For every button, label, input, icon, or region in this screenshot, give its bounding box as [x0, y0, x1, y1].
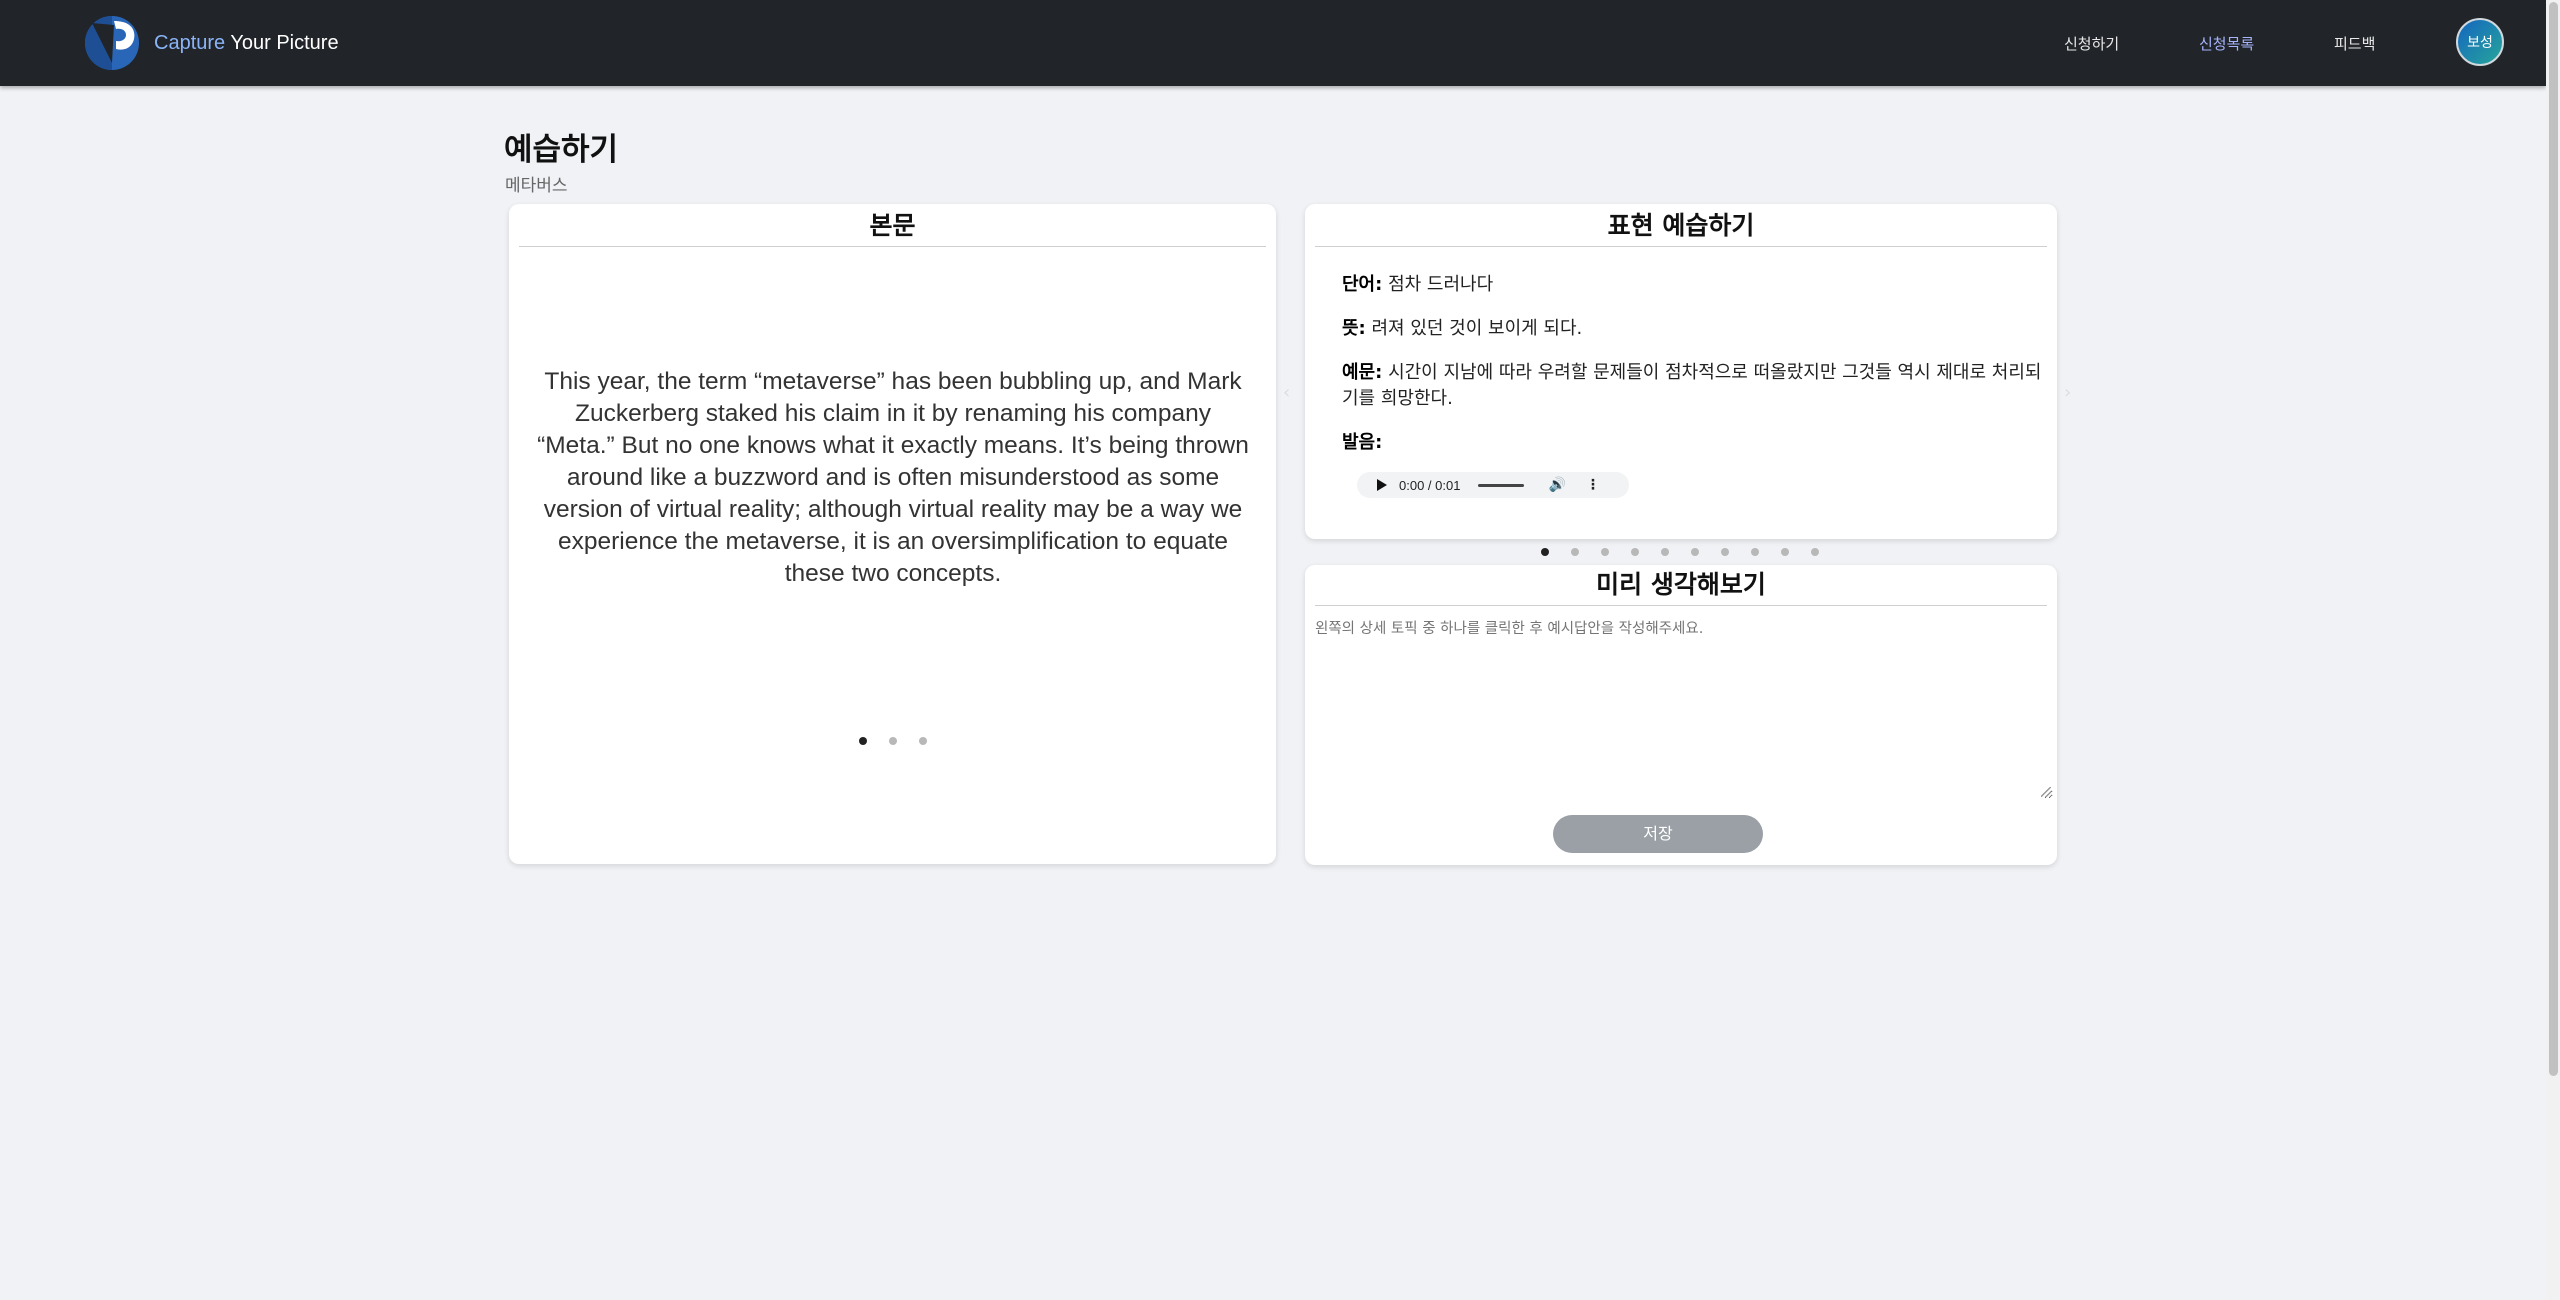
expression-slide-dot-10[interactable] [1811, 548, 1819, 556]
nav-apply-link[interactable]: 신청하기 [2064, 33, 2119, 54]
passage-card: 본문 This year, the term “metaverse” has b… [509, 204, 1276, 864]
expression-details: 단어: 점차 드러나다 뜻: 려져 있던 것이 보이게 되다. 예문: 시간이 … [1342, 272, 2042, 474]
passage-card-title: 본문 [519, 204, 1266, 247]
nav-applications-link[interactable]: 신청목록 [2199, 33, 2254, 54]
expression-card-title: 표현 예습하기 [1315, 204, 2047, 247]
answer-textarea[interactable] [1307, 607, 2053, 799]
brand-name-accent-suffix: ure [196, 31, 226, 54]
meaning-value: 려져 있던 것이 보이게 되다. [1371, 318, 1583, 339]
top-navbar: Capture Your Picture 신청하기 신청목록 피드백 보성 [0, 0, 2546, 86]
expression-slide-dot-7[interactable] [1721, 548, 1729, 556]
expression-meaning-row: 뜻: 려져 있던 것이 보이게 되다. [1342, 316, 2042, 342]
expression-word-row: 단어: 점차 드러나다 [1342, 272, 2042, 298]
expression-slide-dot-1[interactable] [1541, 548, 1549, 556]
brand-name: Capture Your Picture [154, 32, 339, 55]
word-label: 단어: [1342, 274, 1383, 295]
passage-carousel-indicators [859, 737, 927, 745]
expression-pronunciation-row: 발음: [1342, 430, 2042, 456]
think-ahead-card-title: 미리 생각해보기 [1315, 565, 2047, 606]
passage-text: This year, the term “metaverse” has been… [537, 368, 1249, 587]
play-icon[interactable] [1377, 479, 1387, 491]
meaning-label: 뜻: [1342, 318, 1366, 339]
passage-slide-dot-1[interactable] [859, 737, 867, 745]
passage-slide-dot-2[interactable] [889, 737, 897, 745]
expression-example-row: 예문: 시간이 지남에 따라 우려할 문제들이 점차적으로 떠올랐지만 그것들 … [1342, 360, 2042, 412]
brand-logo-icon [84, 15, 140, 71]
expression-card: 표현 예습하기 단어: 점차 드러나다 뜻: 려져 있던 것이 보이게 되다. … [1305, 204, 2057, 539]
save-button[interactable]: 저장 [1553, 815, 1763, 853]
expression-next-icon[interactable]: › [2064, 382, 2071, 403]
audio-progress-bar[interactable] [1478, 483, 1525, 487]
brand-name-accent-prefix: Capt [154, 31, 197, 54]
pronunciation-audio-player[interactable]: 0:00 / 0:01 🔊 ⋮ [1357, 472, 1629, 498]
expression-slide-dot-6[interactable] [1691, 548, 1699, 556]
expression-slide-dot-8[interactable] [1751, 548, 1759, 556]
audio-time: 0:00 / 0:01 [1399, 477, 1461, 493]
page-scrollbar-thumb[interactable] [2549, 2, 2558, 1076]
expression-slide-dot-3[interactable] [1601, 548, 1609, 556]
example-label: 예문: [1342, 362, 1383, 383]
expression-prev-icon[interactable]: ‹ [1283, 382, 1290, 403]
expression-slide-dot-4[interactable] [1631, 548, 1639, 556]
nav-feedback-link[interactable]: 피드백 [2334, 33, 2375, 54]
user-avatar[interactable]: 보성 [2456, 18, 2504, 66]
think-ahead-card: 미리 생각해보기 저장 [1305, 565, 2057, 865]
example-value: 시간이 지남에 따라 우려할 문제들이 점차적으로 떠올랐지만 그것들 역시 제… [1342, 362, 2042, 409]
expression-slide-dot-2[interactable] [1571, 548, 1579, 556]
textarea-resize-grip-icon[interactable] [2041, 787, 2051, 797]
page-subtitle: 메타버스 [505, 176, 568, 196]
page-title: 예습하기 [504, 132, 619, 168]
brand-link[interactable]: Capture Your Picture [84, 13, 339, 73]
word-value: 점차 드러나다 [1388, 274, 1494, 295]
brand-name-rest: Your Picture [225, 31, 339, 54]
expression-slide-dot-9[interactable] [1781, 548, 1789, 556]
volume-icon[interactable]: 🔊 [1548, 477, 1565, 493]
passage-slide-dot-3[interactable] [919, 737, 927, 745]
expression-carousel-indicators [1541, 548, 1819, 556]
more-options-icon[interactable]: ⋮ [1586, 477, 1600, 493]
pronunciation-label: 발음: [1342, 432, 1383, 453]
expression-slide-dot-5[interactable] [1661, 548, 1669, 556]
